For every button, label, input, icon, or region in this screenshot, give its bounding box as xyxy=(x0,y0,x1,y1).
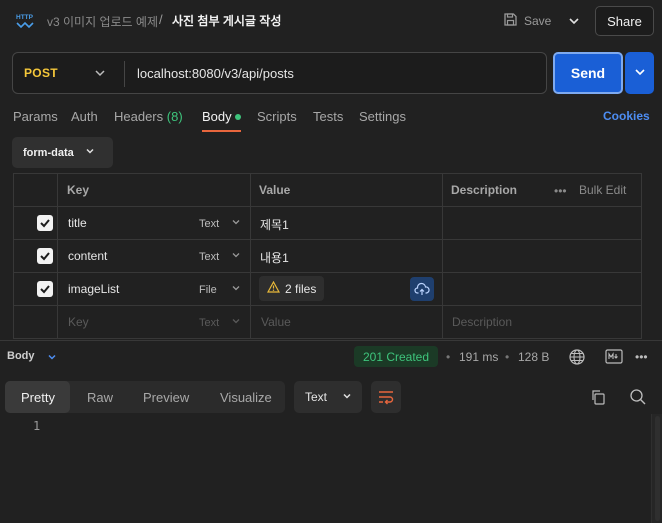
row-checkbox[interactable] xyxy=(37,248,53,264)
globe-icon[interactable] xyxy=(568,348,586,369)
new-key-input[interactable]: Key xyxy=(68,315,89,329)
tab-raw[interactable]: Raw xyxy=(87,390,113,405)
more-icon[interactable]: ••• xyxy=(635,350,648,364)
tab-headers[interactable]: Headers (8) xyxy=(114,109,183,124)
column-header-value: Value xyxy=(259,183,291,197)
row-type-select[interactable]: Text xyxy=(199,217,241,230)
table-border xyxy=(13,305,641,306)
tab-headers-label: Headers xyxy=(114,109,164,124)
row-key[interactable]: content xyxy=(68,249,107,263)
table-border xyxy=(13,173,641,174)
request-name[interactable]: 사진 첨부 게시글 작성 xyxy=(172,12,281,29)
share-button[interactable]: Share xyxy=(595,6,654,36)
active-tab-underline xyxy=(202,130,241,132)
svg-text:HTTP: HTTP xyxy=(16,14,34,21)
chevron-down-icon[interactable] xyxy=(93,66,107,80)
url-input[interactable]: localhost:8080/v3/api/posts xyxy=(137,66,294,81)
row-type: Text xyxy=(199,250,220,263)
response-size[interactable]: 128 B xyxy=(518,350,549,364)
new-type: Text xyxy=(199,316,220,329)
tab-auth[interactable]: Auth xyxy=(71,109,98,124)
table-border xyxy=(13,338,641,339)
warning-icon xyxy=(266,280,281,296)
send-options-button[interactable] xyxy=(625,52,654,94)
row-key[interactable]: imageList xyxy=(68,282,119,296)
column-header-description: Description xyxy=(451,183,518,197)
separator-dot: • xyxy=(505,350,510,364)
body-indicator-dot xyxy=(235,114,241,120)
chevron-down-icon xyxy=(231,283,241,296)
files-chip[interactable]: 2 files xyxy=(259,276,324,301)
body-mode-select[interactable]: form-data xyxy=(12,137,113,168)
table-border xyxy=(57,173,58,339)
format-label: Text xyxy=(305,390,328,404)
table-border xyxy=(250,173,251,339)
tab-body[interactable]: Body xyxy=(202,109,232,124)
new-type-select[interactable]: Text xyxy=(199,316,241,329)
line-number: 1 xyxy=(33,419,41,433)
table-border xyxy=(13,239,641,240)
table-border xyxy=(13,272,641,273)
row-value[interactable]: 제목1 xyxy=(260,216,289,233)
send-button[interactable]: Send xyxy=(553,52,623,94)
separator-dot: • xyxy=(446,350,451,364)
table-border xyxy=(442,173,443,339)
scrollbar-thumb[interactable] xyxy=(655,416,660,521)
row-key[interactable]: title xyxy=(68,216,87,230)
chevron-down-icon xyxy=(84,145,96,160)
row-checkbox[interactable] xyxy=(37,281,53,297)
chevron-down-icon[interactable] xyxy=(46,351,58,363)
divider xyxy=(124,61,125,87)
column-header-key: Key xyxy=(67,183,90,197)
chevron-down-icon xyxy=(231,316,241,329)
files-count: 2 files xyxy=(285,281,317,296)
response-divider xyxy=(0,340,662,341)
http-icon: HTTP xyxy=(14,10,36,32)
more-icon[interactable]: ••• xyxy=(554,184,567,198)
chevron-down-icon[interactable] xyxy=(566,13,582,29)
tab-settings[interactable]: Settings xyxy=(359,109,406,124)
table-border xyxy=(13,206,641,207)
chevron-down-icon xyxy=(341,390,353,405)
row-checkbox[interactable] xyxy=(37,215,53,231)
breadcrumb-collection[interactable]: v3 이미지 업로드 예제 xyxy=(47,13,158,30)
row-type-select[interactable]: File xyxy=(199,283,241,296)
row-type-select[interactable]: Text xyxy=(199,250,241,263)
tab-scripts[interactable]: Scripts xyxy=(257,109,297,124)
row-type: Text xyxy=(199,217,220,230)
tab-params[interactable]: Params xyxy=(13,109,58,124)
save-button[interactable]: Save xyxy=(503,9,551,33)
cloud-upload-icon[interactable] xyxy=(410,277,434,301)
cookies-link[interactable]: Cookies xyxy=(603,109,650,123)
tab-pretty[interactable]: Pretty xyxy=(21,390,55,405)
table-border xyxy=(641,173,642,339)
method-select[interactable]: POST xyxy=(24,66,58,80)
tab-tests[interactable]: Tests xyxy=(313,109,343,124)
save-example-icon[interactable] xyxy=(605,349,623,367)
url-bar: POST localhost:8080/v3/api/posts xyxy=(12,52,547,94)
headers-count: (8) xyxy=(166,109,183,124)
new-description-input[interactable]: Description xyxy=(452,315,512,329)
save-label: Save xyxy=(524,14,552,28)
status-badge[interactable]: 201 Created xyxy=(354,346,438,367)
tab-preview[interactable]: Preview xyxy=(143,390,189,405)
chevron-down-icon xyxy=(231,250,241,263)
wrap-lines-icon[interactable] xyxy=(371,381,401,413)
response-time[interactable]: 191 ms xyxy=(459,350,498,364)
breadcrumb-separator: / xyxy=(159,12,163,27)
row-value[interactable]: 내용1 xyxy=(260,249,289,266)
response-format-select[interactable]: Text xyxy=(294,381,362,413)
body-mode-label: form-data xyxy=(23,146,74,159)
tab-visualize[interactable]: Visualize xyxy=(220,390,272,405)
save-icon xyxy=(503,12,518,30)
bulk-edit-button[interactable]: Bulk Edit xyxy=(579,183,626,197)
row-type: File xyxy=(199,283,217,296)
chevron-down-icon xyxy=(231,217,241,230)
table-border xyxy=(13,173,14,339)
search-icon[interactable] xyxy=(629,388,647,409)
chevron-down-icon xyxy=(633,65,647,82)
response-body-label[interactable]: Body xyxy=(7,350,35,362)
new-value-input[interactable]: Value xyxy=(261,315,291,329)
copy-icon[interactable] xyxy=(590,389,606,408)
